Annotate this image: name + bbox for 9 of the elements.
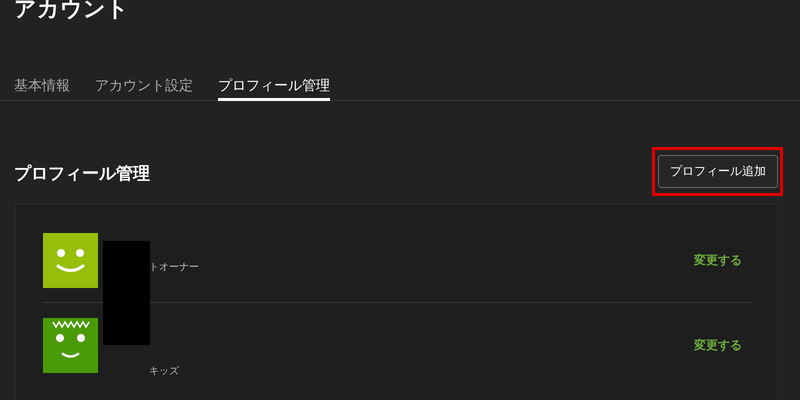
profile-type: トオーナー <box>149 261 199 274</box>
add-profile-button[interactable]: プロフィール追加 <box>658 155 778 188</box>
change-link[interactable]: 変更する <box>694 252 742 268</box>
tab[interactable]: プロフィール管理 <box>218 70 330 101</box>
section-title: プロフィール管理 <box>14 163 150 185</box>
change-link[interactable]: 変更する <box>694 336 742 354</box>
tab[interactable]: 基本情報 <box>14 70 70 101</box>
tab[interactable]: アカウント設定 <box>95 70 193 101</box>
profile-type: キッズ <box>149 365 179 378</box>
